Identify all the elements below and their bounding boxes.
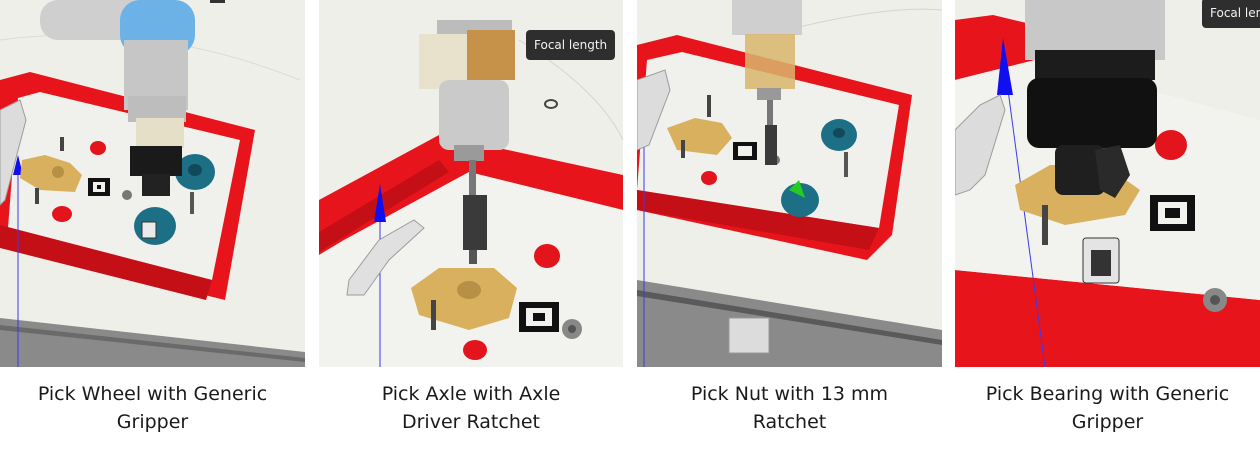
caption-line-1: Pick Bearing with Generic [985, 383, 1230, 405]
caption-line-2: Ratchet [752, 411, 827, 433]
scene-render-bearing [955, 0, 1260, 367]
caption-line-1: Pick Axle with Axle [381, 383, 561, 405]
caption-pick-bearing: Pick Bearing with Generic Gripper [955, 380, 1260, 436]
caption-line-2: Driver Ratchet [401, 411, 540, 433]
caption-pick-nut: Pick Nut with 13 mm Ratchet [637, 380, 942, 436]
scene-panel-3 [637, 0, 942, 367]
scene-panel-4: Focal leng [955, 0, 1260, 367]
scene-panel-1 [0, 0, 305, 367]
scene-panel-2: Focal length [319, 0, 623, 367]
caption-line-1: Pick Wheel with Generic [37, 383, 268, 405]
caption-line-2: Gripper [116, 411, 189, 433]
caption-line-1: Pick Nut with 13 mm [690, 383, 889, 405]
focal-length-tooltip: Focal length [526, 30, 616, 60]
caption-line-2: Gripper [1071, 411, 1144, 433]
caption-pick-axle: Pick Axle with Axle Driver Ratchet [319, 380, 623, 436]
scene-render-nut [637, 0, 942, 367]
scene-render-wheel [0, 0, 305, 367]
focal-length-tooltip: Focal leng [1202, 0, 1260, 28]
caption-pick-wheel: Pick Wheel with Generic Gripper [0, 380, 305, 436]
